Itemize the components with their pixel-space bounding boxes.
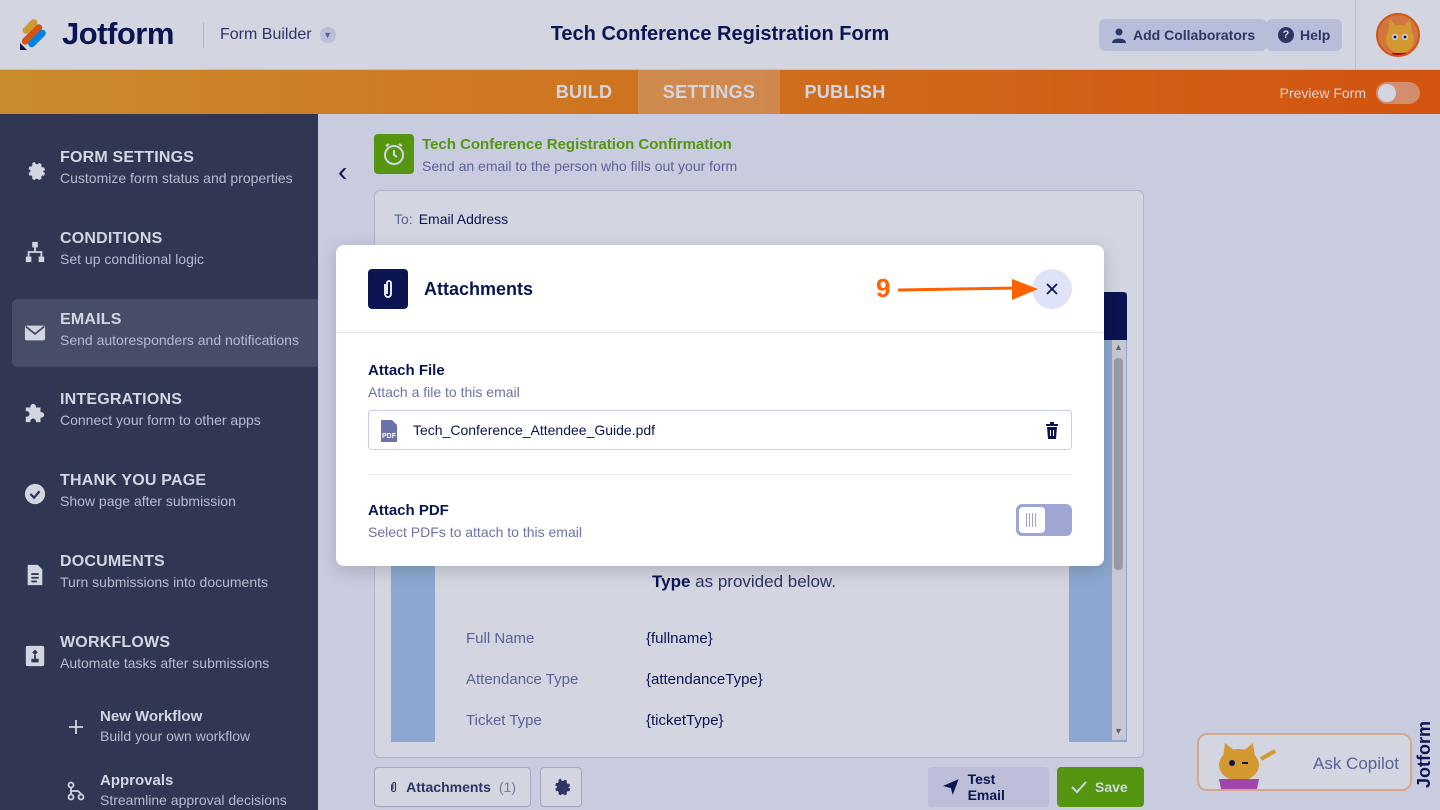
trash-icon[interactable] [1045, 422, 1059, 439]
annotation-arrow-icon [897, 279, 1038, 300]
paperclip-icon [368, 269, 408, 309]
svg-text:PDF: PDF [382, 433, 397, 440]
attach-pdf-toggle[interactable] [1016, 504, 1072, 536]
step-annotation-number: 9 [876, 273, 891, 303]
attach-pdf-subtitle: Select PDFs to attach to this email [368, 524, 582, 540]
attached-file-name: Tech_Conference_Attendee_Guide.pdf [413, 422, 656, 438]
pdf-file-icon: PDF [381, 420, 397, 442]
attach-pdf-title: Attach PDF [368, 502, 449, 519]
modal-title: Attachments [424, 279, 534, 299]
attach-file-title: Attach File [368, 362, 445, 379]
modal-divider [368, 474, 1072, 475]
close-icon [1046, 283, 1058, 295]
toggle-knob [1019, 507, 1045, 533]
attach-file-subtitle: Attach a file to this email [368, 384, 520, 400]
attached-file-row: PDF Tech_Conference_Attendee_Guide.pdf [368, 410, 1072, 450]
